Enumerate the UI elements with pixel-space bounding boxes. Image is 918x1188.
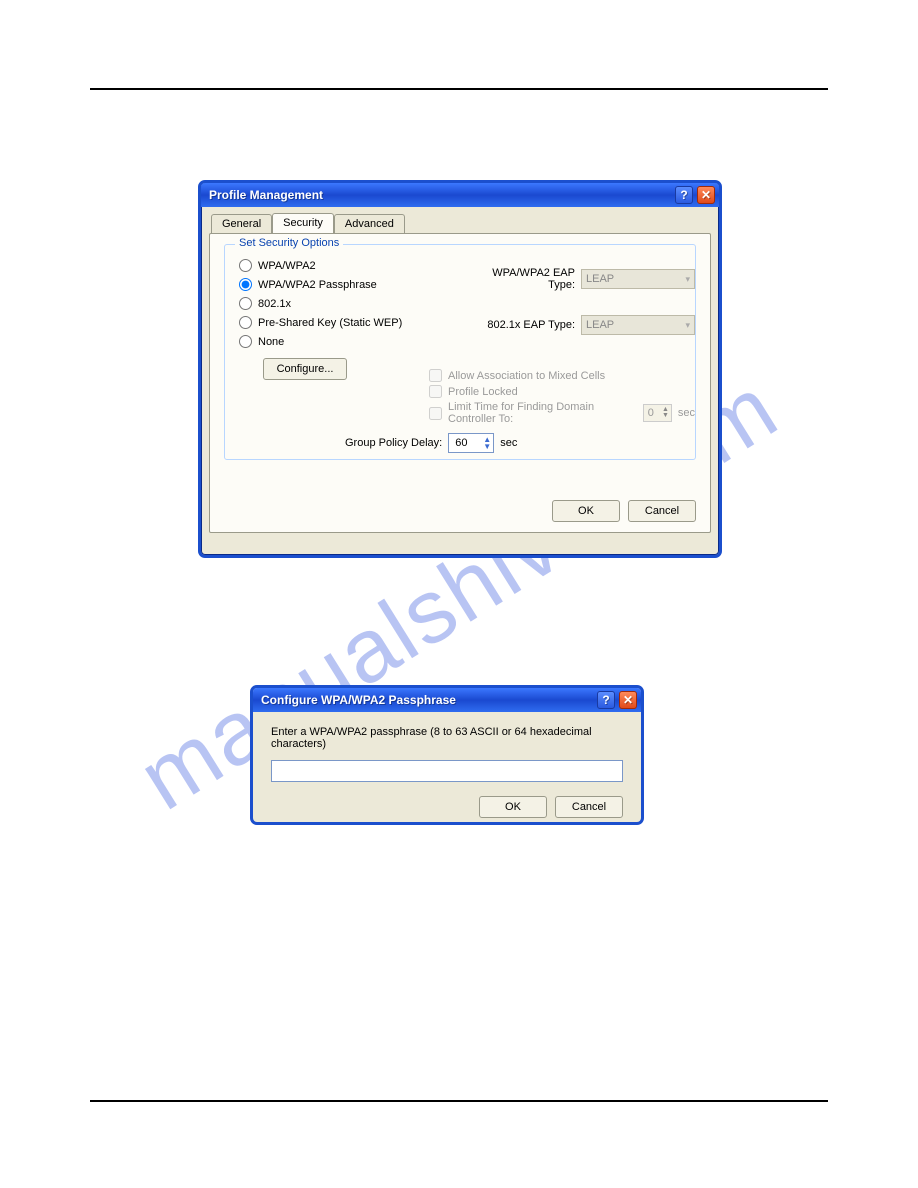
tab-advanced[interactable]: Advanced — [334, 214, 405, 234]
radio-wpa-passphrase-label: WPA/WPA2 Passphrase — [258, 279, 377, 291]
check-profile-locked-label: Profile Locked — [448, 386, 518, 398]
group-legend: Set Security Options — [235, 237, 343, 249]
dot1x-eap-value: LEAP — [586, 319, 614, 331]
radio-none[interactable]: None — [239, 335, 449, 348]
gpd-spinner[interactable]: 60 ▲▼ — [448, 433, 494, 453]
chevron-down-icon: ▾ — [685, 274, 690, 285]
dot1x-eap-label: 802.1x EAP Type: — [465, 319, 575, 331]
radio-psk[interactable]: Pre-Shared Key (Static WEP) — [239, 316, 449, 329]
radio-none-input[interactable] — [239, 335, 252, 348]
cancel-button[interactable]: Cancel — [628, 500, 696, 522]
radio-psk-input[interactable] — [239, 316, 252, 329]
wpa-eap-select: LEAP ▾ — [581, 269, 695, 289]
dialog-title: Profile Management — [209, 188, 671, 202]
tab-general[interactable]: General — [211, 214, 272, 234]
dialog-title: Configure WPA/WPA2 Passphrase — [261, 693, 593, 707]
radio-wpa-label: WPA/WPA2 — [258, 260, 316, 272]
chevron-down-icon: ▾ — [685, 320, 690, 331]
wpa-eap-value: LEAP — [586, 273, 614, 285]
gpd-value: 60 — [455, 437, 467, 449]
check-limit-time — [429, 407, 442, 420]
radio-none-label: None — [258, 336, 284, 348]
radio-wpa[interactable]: WPA/WPA2 — [239, 259, 449, 272]
help-icon[interactable]: ? — [597, 691, 615, 709]
page-rule-top — [90, 88, 828, 90]
configure-button[interactable]: Configure... — [263, 358, 347, 380]
check-allow-mixed — [429, 369, 442, 382]
radio-psk-label: Pre-Shared Key (Static WEP) — [258, 317, 402, 329]
passphrase-instruction: Enter a WPA/WPA2 passphrase (8 to 63 ASC… — [271, 726, 623, 750]
ok-button[interactable]: OK — [552, 500, 620, 522]
radio-8021x-label: 802.1x — [258, 298, 291, 310]
help-icon[interactable]: ? — [675, 186, 693, 204]
check-limit-time-label: Limit Time for Finding Domain Controller… — [448, 401, 637, 425]
limit-time-value: 0 — [648, 407, 654, 419]
dot1x-eap-select: LEAP ▾ — [581, 315, 695, 335]
ok-button[interactable]: OK — [479, 796, 547, 818]
close-icon[interactable]: ✕ — [697, 186, 715, 204]
radio-wpa-input[interactable] — [239, 259, 252, 272]
radio-wpa-passphrase-input[interactable] — [239, 278, 252, 291]
tab-security[interactable]: Security — [272, 213, 334, 233]
passphrase-input[interactable] — [271, 760, 623, 782]
page-rule-bottom — [90, 1100, 828, 1102]
spin-down-icon[interactable]: ▼ — [483, 443, 491, 450]
spin-down-icon: ▼ — [662, 413, 669, 419]
security-options-group: Set Security Options WPA/WPA2 WPA/WPA2 P… — [224, 244, 696, 460]
tab-panel-security: Set Security Options WPA/WPA2 WPA/WPA2 P… — [209, 233, 711, 533]
cancel-button[interactable]: Cancel — [555, 796, 623, 818]
gpd-unit: sec — [500, 437, 517, 449]
close-icon[interactable]: ✕ — [619, 691, 637, 709]
radio-wpa-passphrase[interactable]: WPA/WPA2 Passphrase — [239, 278, 449, 291]
wpa-eap-label: WPA/WPA2 EAP Type: — [465, 267, 575, 291]
configure-passphrase-dialog: Configure WPA/WPA2 Passphrase ? ✕ Enter … — [250, 685, 644, 825]
tabstrip: General Security Advanced — [211, 213, 719, 233]
check-profile-locked — [429, 385, 442, 398]
titlebar: Profile Management ? ✕ — [201, 183, 719, 207]
limit-time-unit: sec — [678, 407, 695, 419]
gpd-label: Group Policy Delay: — [345, 437, 442, 449]
limit-time-spinner: 0 ▲▼ — [643, 404, 672, 422]
radio-8021x[interactable]: 802.1x — [239, 297, 449, 310]
radio-8021x-input[interactable] — [239, 297, 252, 310]
check-allow-mixed-label: Allow Association to Mixed Cells — [448, 370, 605, 382]
titlebar: Configure WPA/WPA2 Passphrase ? ✕ — [253, 688, 641, 712]
profile-management-dialog: Profile Management ? ✕ General Security … — [198, 180, 722, 558]
